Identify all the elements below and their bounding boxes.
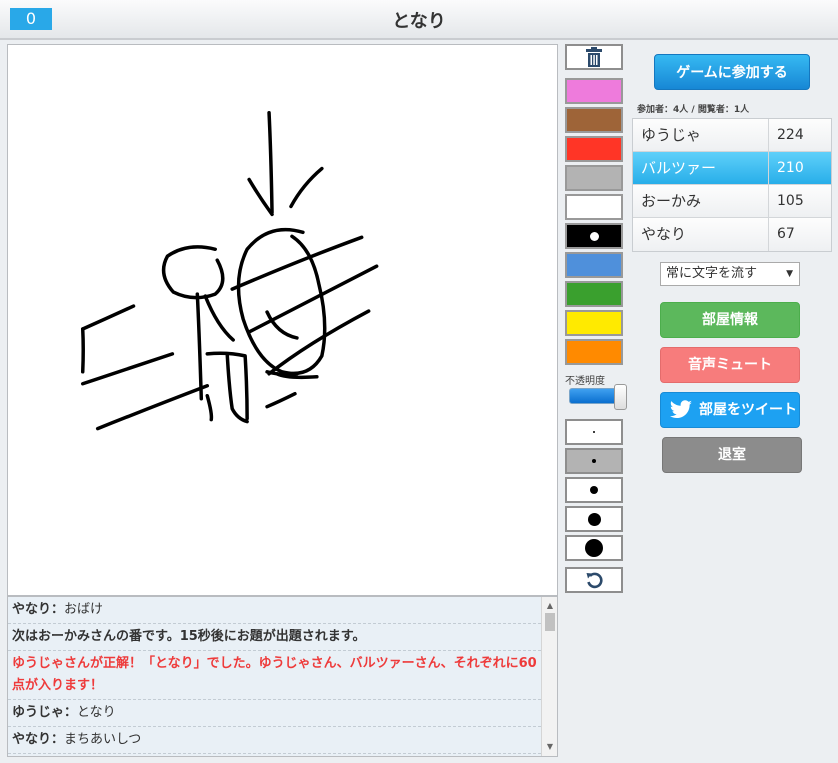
brush-dot-icon (585, 539, 603, 557)
player-score: 105 (777, 193, 804, 209)
player-row: おーかみ 105 (633, 185, 831, 218)
tweet-room-button[interactable]: 部屋をツイート (660, 392, 800, 428)
correct-answer-message: ゆうじゃさんが正解！「となり」でした。ゆうじゃさん、バルツァーさん、それぞれに6… (8, 651, 541, 700)
drawing-canvas[interactable] (7, 44, 558, 596)
brush-size-3[interactable] (565, 477, 623, 503)
color-swatch-red[interactable] (565, 136, 623, 162)
undo-button[interactable] (565, 567, 623, 593)
scroll-down-icon[interactable]: ▼ (542, 740, 557, 754)
brush-dot-icon (593, 431, 595, 433)
color-swatch-gray[interactable] (565, 165, 623, 191)
text-flow-select[interactable]: 常に文字を流す ▼ (660, 262, 800, 286)
chat-message: ゆうじゃ：となり (8, 700, 541, 727)
opacity-slider-handle[interactable] (614, 384, 627, 410)
text-flow-select-value: 常に文字を流す (666, 266, 758, 281)
color-swatch-pink[interactable] (565, 78, 623, 104)
brush-dot-icon (590, 486, 598, 494)
chat-messages: やなり：おばけ 次はおーかみさんの番です。15秒後にお題が出題されます。 ゆうじ… (8, 597, 541, 756)
system-message: 次はおーかみさんの番です。15秒後にお題が出題されます。 (8, 624, 541, 651)
brush-size-4[interactable] (565, 506, 623, 532)
brush-dot-icon (587, 512, 601, 526)
player-row: やなり 67 (633, 218, 831, 251)
color-swatch-black-selected[interactable] (565, 223, 623, 249)
color-swatch-brown[interactable] (565, 107, 623, 133)
chevron-down-icon: ▼ (786, 269, 793, 279)
color-swatch-blue[interactable] (565, 252, 623, 278)
color-swatch-white[interactable] (565, 194, 623, 220)
opacity-label: 不透明度 (565, 376, 605, 387)
brush-size-1[interactable] (565, 419, 623, 445)
player-row-current-drawer: バルツァー 210 (633, 152, 831, 185)
clear-canvas-button[interactable] (565, 44, 623, 70)
app-root: 0 となり やなり：おばけ 次はおーかみさんの番です。15秒後にお題が出題されま… (0, 0, 838, 763)
participant-counts: 参加者：4人 / 閲覧者：1人 (637, 105, 750, 115)
color-swatch-yellow[interactable] (565, 310, 623, 336)
join-game-button[interactable]: ゲームに参加する (654, 54, 810, 90)
drawing-strokes (80, 111, 379, 431)
chat-scrollbar[interactable]: ▲ ▼ (541, 597, 557, 756)
chat-message: やなり：まちあいしつ (8, 727, 541, 754)
brush-size-2-selected[interactable] (565, 448, 623, 474)
undo-icon (586, 572, 603, 589)
selected-indicator-icon (589, 231, 599, 241)
trash-icon (586, 47, 602, 67)
room-info-button[interactable]: 部屋情報 (660, 302, 800, 338)
player-score: 224 (777, 127, 804, 143)
chat-message: やなり：おばけ (8, 597, 541, 624)
twitter-bird-icon (669, 400, 692, 418)
player-name: ゆうじゃ (633, 119, 769, 151)
color-swatch-green[interactable] (565, 281, 623, 307)
player-list: ゆうじゃ 224 バルツァー 210 おーかみ 105 やなり 67 (632, 118, 832, 252)
player-name: おーかみ (633, 185, 769, 217)
player-name: バルツァー (633, 152, 769, 184)
color-swatch-orange[interactable] (565, 339, 623, 365)
leave-room-button[interactable]: 退室 (662, 437, 802, 473)
scroll-thumb[interactable] (545, 613, 555, 631)
player-row: ゆうじゃ 224 (633, 119, 831, 152)
scroll-up-icon[interactable]: ▲ (542, 599, 557, 613)
mute-button[interactable]: 音声ミュート (660, 347, 800, 383)
player-score: 210 (777, 160, 804, 176)
header-bar: 0 となり (0, 0, 838, 40)
brush-size-5[interactable] (565, 535, 623, 561)
brush-dot-icon (592, 459, 596, 463)
topic-title: となり (392, 11, 446, 32)
chat-log: やなり：おばけ 次はおーかみさんの番です。15秒後にお題が出題されます。 ゆうじ… (7, 596, 558, 757)
player-name: やなり (633, 218, 769, 251)
tweet-room-label: 部屋をツイート (699, 402, 797, 418)
player-score: 67 (777, 226, 795, 242)
